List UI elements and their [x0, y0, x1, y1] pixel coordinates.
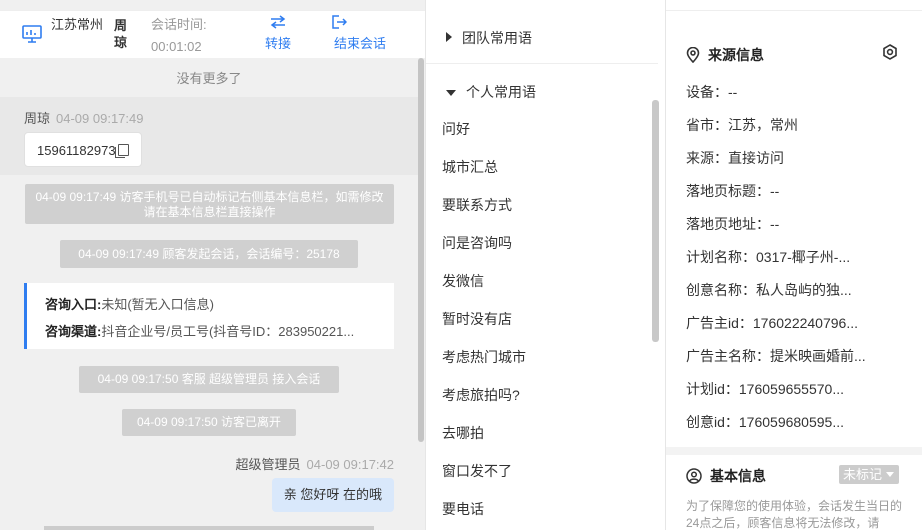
- visitor-sender: 周琼: [24, 111, 51, 126]
- entry-value: 未知(暂无入口信息): [101, 297, 215, 312]
- source-info-label: 来源信息: [708, 47, 764, 63]
- chat-panel: 江苏常州 周琼 会话时间: 00:01:02 转接 结束会话 没有更多了 周琼 0…: [0, 0, 426, 530]
- visitor-message-time: 04-09 09:17:49: [56, 111, 144, 126]
- phrase-item[interactable]: 发微信: [442, 271, 484, 291]
- source-info-title: 来源信息: [686, 45, 764, 65]
- tag-dropdown[interactable]: 未标记: [839, 465, 899, 484]
- info-plan-name: 计划名称：0317-椰子州-...: [686, 249, 851, 265]
- info-source: 来源：直接访问: [686, 150, 784, 166]
- phrases-scrollbar[interactable]: [652, 100, 659, 342]
- session-time-value: 00:01:02: [151, 39, 202, 54]
- info-device: 设备：--: [686, 84, 738, 100]
- info-landing-title: 落地页标题：--: [686, 183, 780, 199]
- info-advertiser-id: 广告主id：176022240796...: [686, 315, 858, 331]
- basic-info-label: 基本信息: [710, 468, 766, 484]
- copy-icon[interactable]: [114, 144, 129, 158]
- user-icon: [686, 468, 702, 484]
- system-message: 04-09 09:17:50 访客已离开: [122, 409, 296, 436]
- phrase-item[interactable]: 要电话: [442, 499, 484, 519]
- personal-phrases-label: 个人常用语: [466, 84, 536, 100]
- info-creative-name: 创意名称：私人岛屿的独...: [686, 282, 852, 298]
- system-message: 04-09 09:17:49 访客手机号已自动标记右侧基本信息栏，如需修改请在基…: [25, 184, 394, 224]
- info-province-city: 省市：江苏，常州: [686, 117, 798, 133]
- phrase-item[interactable]: 窗口发不了: [442, 461, 512, 481]
- no-more-text: 没有更多了: [176, 71, 242, 86]
- phrase-item[interactable]: 暂时没有店: [442, 309, 512, 329]
- caret-down-icon: [446, 90, 456, 96]
- agent-sender: 超级管理员: [235, 457, 301, 472]
- bottom-scroll-hint: [44, 526, 374, 530]
- monitor-icon: [22, 25, 42, 43]
- phrase-item[interactable]: 考虑旅拍吗?: [442, 385, 520, 405]
- info-note: 为了保障您的使用体验，会话发生当日的24点之后，顾客信息将无法修改，请: [686, 499, 903, 530]
- divider: [426, 63, 658, 64]
- section-separator: [666, 447, 922, 455]
- settings-icon[interactable]: [882, 44, 898, 60]
- phrase-item[interactable]: 问好: [442, 119, 470, 139]
- chat-header: 江苏常州 周琼 会话时间: 00:01:02 转接 结束会话: [0, 10, 425, 58]
- phrases-panel: 团队常用语 个人常用语 问好 城市汇总 要联系方式 问是咨询吗 发微信 暂时没有…: [426, 0, 666, 530]
- visitor-name: 周琼: [114, 18, 128, 50]
- basic-info-title: 基本信息: [686, 466, 766, 486]
- channel-value: 抖音企业号/员工号(抖音号ID：283950221...: [101, 324, 355, 339]
- consult-entry-card: 咨询入口:未知(暂无入口信息) 咨询渠道:抖音企业号/员工号(抖音号ID：283…: [24, 283, 394, 349]
- chat-scrollbar[interactable]: [418, 58, 424, 442]
- personal-phrases-group[interactable]: 个人常用语: [446, 82, 536, 102]
- system-message: 04-09 09:17:49 顾客发起会话，会话编号：25178: [60, 240, 358, 268]
- session-time-label: 会话时间:: [151, 17, 207, 32]
- phrase-item[interactable]: 城市汇总: [442, 157, 498, 177]
- info-plan-id: 计划id：176059655570...: [686, 381, 844, 397]
- visitor-info-panel: 来源信息 设备：-- 省市：江苏，常州 来源：直接访问 落地页标题：-- 落地页…: [666, 10, 922, 530]
- info-creative-id: 创意id：176059680595...: [686, 414, 844, 430]
- message-list: 没有更多了 周琼 04-09 09:17:49 15961182973 04-09…: [0, 58, 418, 530]
- agent-message-meta: 超级管理员 04-09 09:17:42: [236, 454, 394, 473]
- phrase-item[interactable]: 考虑热门城市: [442, 347, 526, 367]
- transfer-icon: [270, 15, 286, 29]
- visitor-location: 江苏常州: [51, 17, 104, 32]
- info-landing-url: 落地页地址：--: [686, 216, 780, 232]
- location-pin-icon: [686, 46, 700, 64]
- caret-right-icon: [446, 32, 452, 42]
- transfer-label: 转接: [264, 36, 291, 51]
- end-session-label: 结束会话: [333, 36, 386, 51]
- phrase-item[interactable]: 去哪拍: [442, 423, 484, 443]
- exit-icon: [332, 15, 347, 29]
- visitor-message-text: 15961182973: [37, 143, 116, 158]
- agent-message-time: 04-09 09:17:42: [306, 457, 394, 472]
- agent-message-bubble: 亲 您好呀 在的哦: [271, 478, 394, 512]
- phrase-item[interactable]: 要联系方式: [442, 195, 512, 215]
- transfer-button[interactable]: 转接: [262, 15, 294, 52]
- visitor-message-bubble: 15961182973: [24, 132, 142, 167]
- info-advertiser-name: 广告主名称：提米映画婚前...: [686, 348, 866, 364]
- team-phrases-group[interactable]: 团队常用语: [446, 28, 532, 48]
- channel-label: 咨询渠道:: [45, 324, 102, 339]
- end-session-button[interactable]: 结束会话: [331, 15, 389, 52]
- system-message: 04-09 09:17:50 客服 超级管理员 接入会话: [79, 366, 339, 393]
- visitor-message-meta: 周琼 04-09 09:17:49: [24, 108, 143, 127]
- phrase-item[interactable]: 问是咨询吗: [442, 233, 512, 253]
- team-phrases-label: 团队常用语: [462, 30, 532, 46]
- entry-label: 咨询入口:: [45, 297, 102, 312]
